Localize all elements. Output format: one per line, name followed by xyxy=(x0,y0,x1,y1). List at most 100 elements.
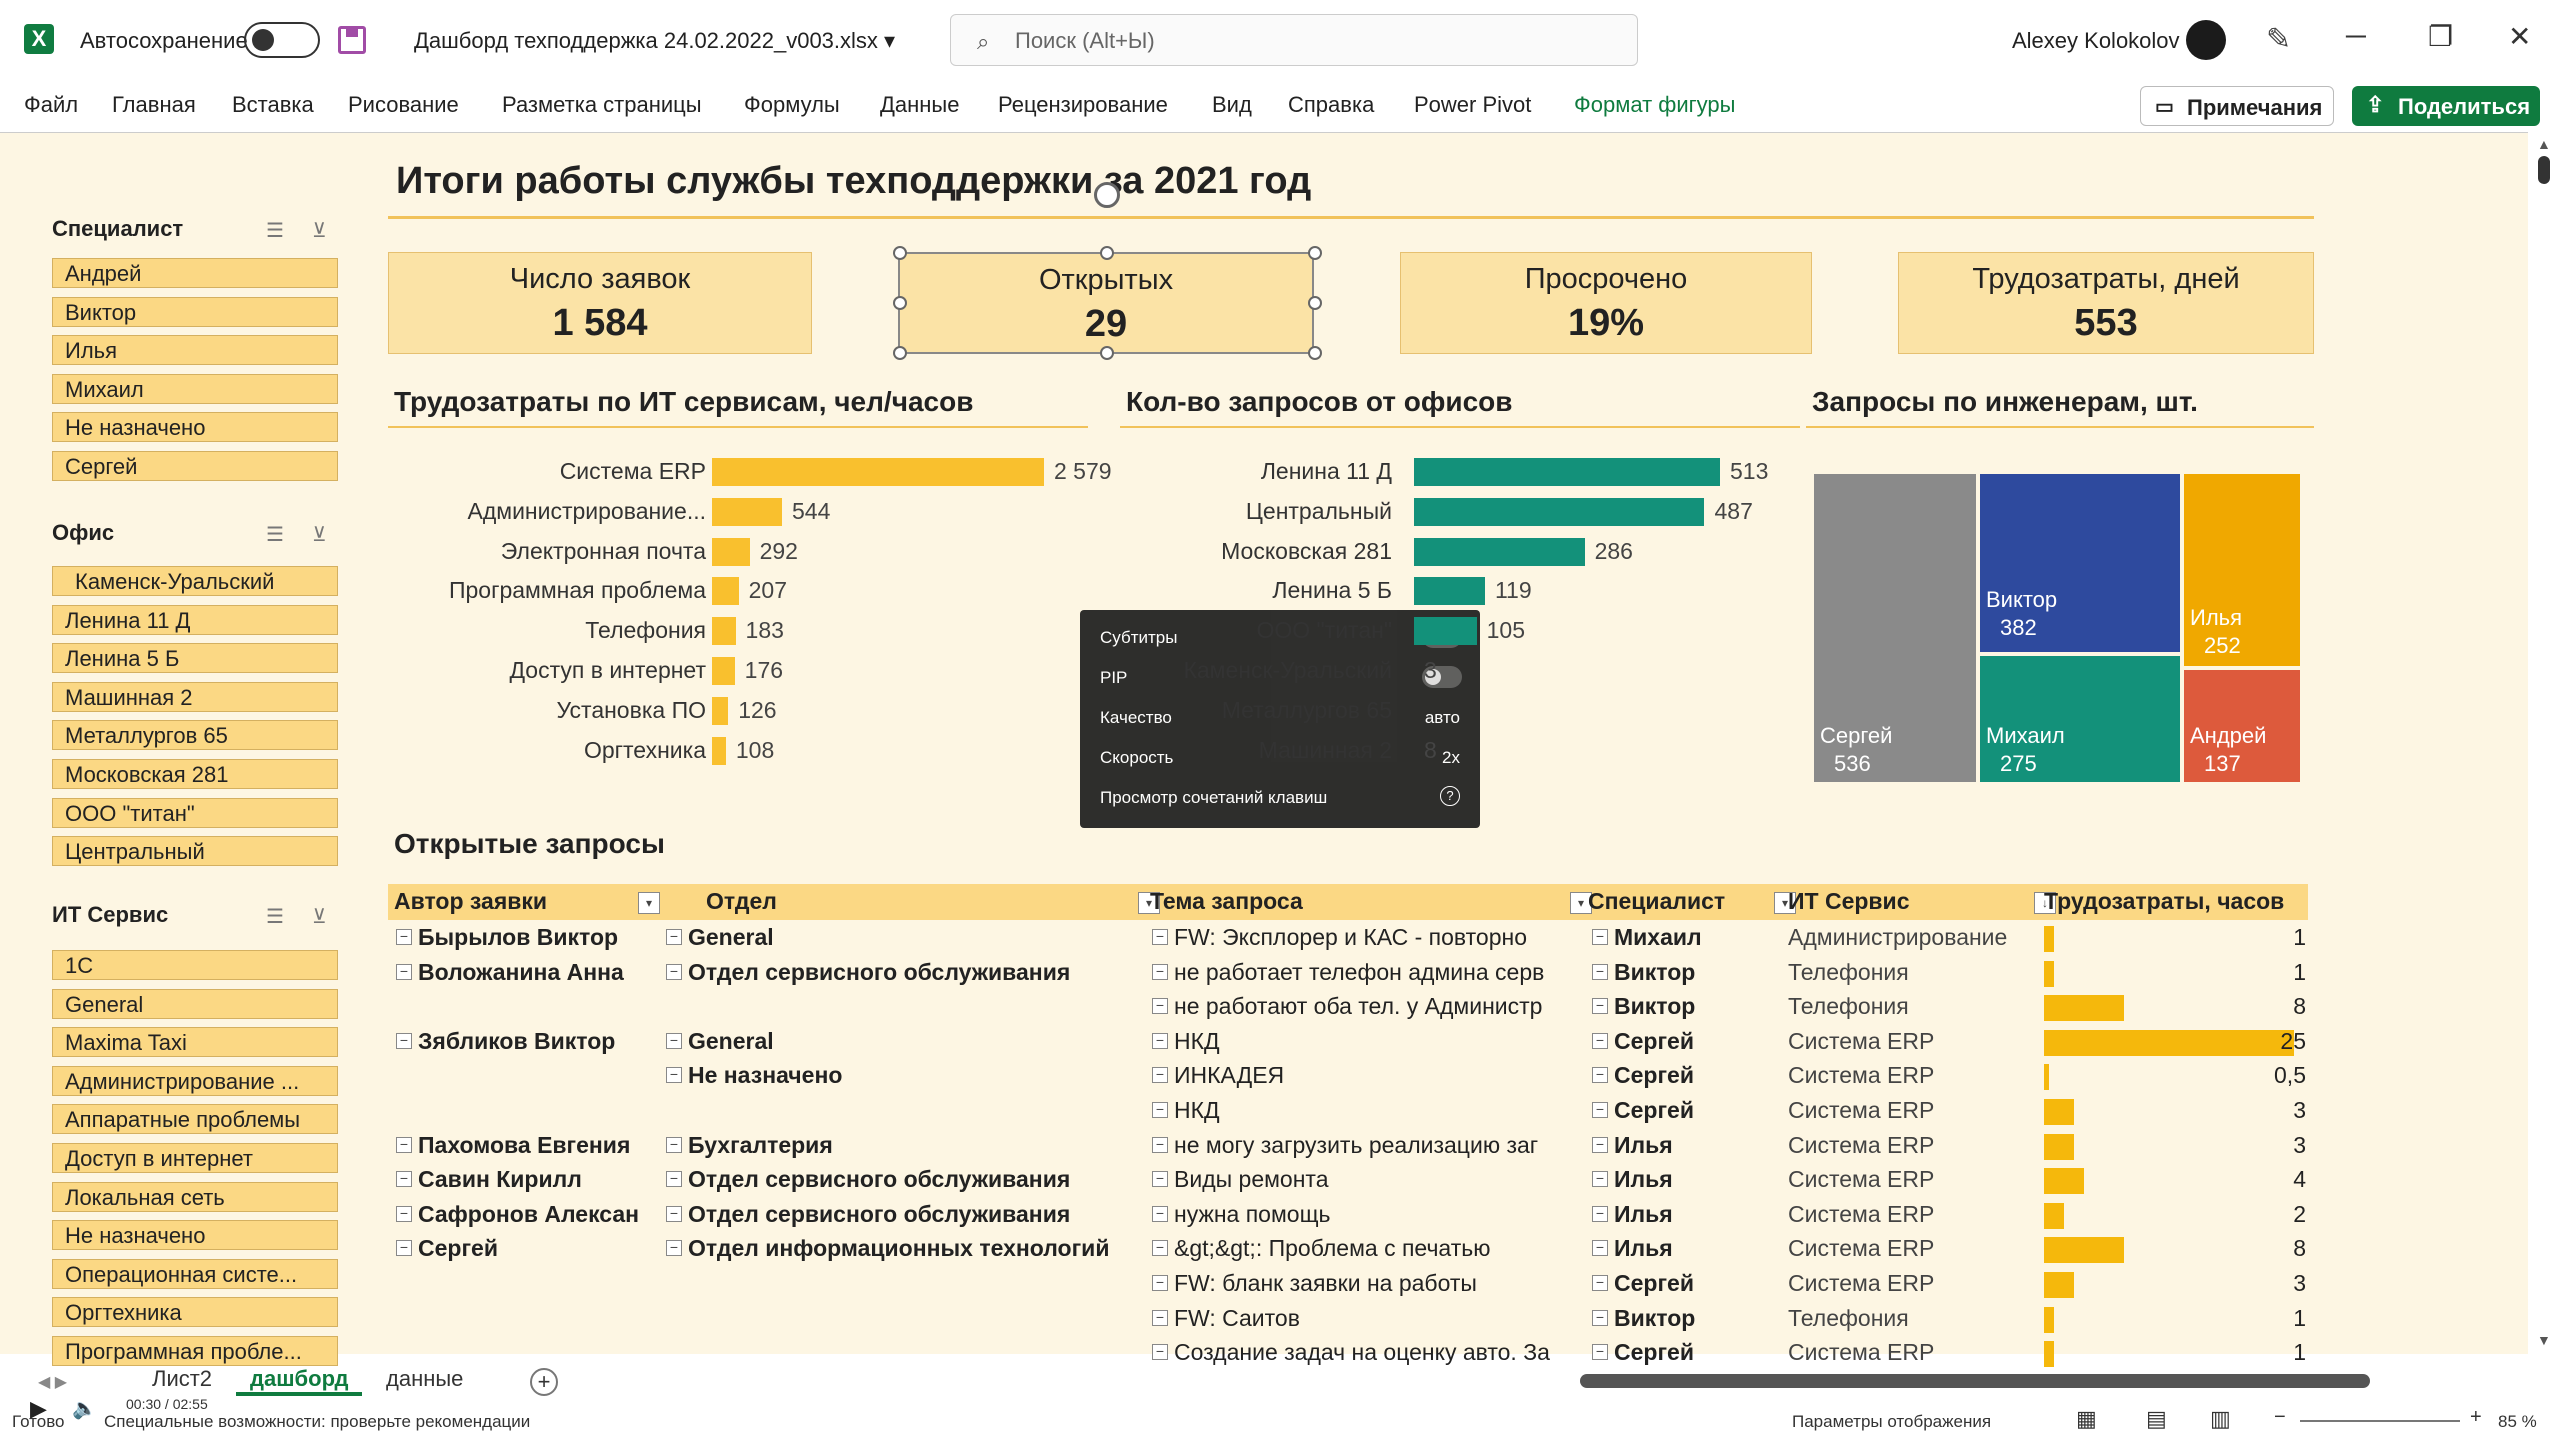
collapse-icon[interactable]: − xyxy=(1592,998,1608,1015)
clear-filter-icon[interactable]: ⊻ xyxy=(312,904,327,929)
resize-handle[interactable] xyxy=(1100,246,1114,260)
tab-2[interactable]: данные xyxy=(386,1366,463,1392)
page-break-icon[interactable]: ▥ xyxy=(2210,1406,2231,1432)
menu-item[interactable]: Файл xyxy=(24,92,78,118)
restore-icon[interactable]: ❐ xyxy=(2428,20,2453,53)
menu-item[interactable]: Разметка страницы xyxy=(502,92,702,118)
collapse-icon[interactable]: − xyxy=(1152,1205,1168,1222)
slicer-item[interactable]: Не назначено xyxy=(52,1220,338,1251)
volume-icon[interactable]: 🔈 xyxy=(72,1396,97,1421)
slicer-item[interactable]: 1С xyxy=(52,950,338,980)
add-sheet-icon[interactable]: + xyxy=(530,1368,558,1396)
menu-item[interactable]: Главная xyxy=(112,92,196,118)
collapse-icon[interactable]: − xyxy=(1592,1344,1608,1361)
collapse-icon[interactable]: − xyxy=(1152,1136,1168,1153)
menu-item[interactable]: Формулы xyxy=(744,92,840,118)
slicer-item[interactable]: Ленина 5 Б xyxy=(52,643,338,674)
page-layout-icon[interactable]: ▤ xyxy=(2146,1406,2167,1432)
collapse-icon[interactable]: − xyxy=(666,1067,682,1084)
collapse-icon[interactable]: − xyxy=(1592,963,1608,980)
menu-item[interactable]: Power Pivot xyxy=(1414,92,1531,118)
slicer-item[interactable]: Центральный xyxy=(52,836,338,867)
collapse-icon[interactable]: − xyxy=(666,1171,682,1188)
resize-handle[interactable] xyxy=(1100,346,1114,360)
slicer-item[interactable]: Ленина 11 Д xyxy=(52,604,338,635)
search-input[interactable]: ⌕ Поиск (Alt+Ы) xyxy=(950,14,1638,66)
collapse-icon[interactable]: − xyxy=(1152,1102,1168,1118)
treemap-cell[interactable]: Илья 252 xyxy=(2184,474,2300,666)
zoom-out-icon[interactable]: − xyxy=(2274,1406,2286,1429)
collapse-icon[interactable]: − xyxy=(1592,1102,1608,1118)
slicer-item[interactable]: General xyxy=(52,988,338,1019)
quality-label[interactable]: Качество xyxy=(1100,708,1172,728)
menu-item[interactable]: Рецензирование xyxy=(998,92,1168,118)
slicer-item[interactable]: Виктор xyxy=(52,296,338,327)
collapse-icon[interactable]: − xyxy=(1152,1171,1168,1188)
slicer-item[interactable]: Илья xyxy=(52,335,338,366)
treemap-cell[interactable]: Сергей 536 xyxy=(1814,474,1976,782)
slicer-item[interactable]: Металлургов 65 xyxy=(52,720,338,751)
rotate-handle-icon[interactable] xyxy=(1094,182,1120,208)
multi-select-icon[interactable]: ☰ xyxy=(266,218,284,243)
collapse-icon[interactable]: − xyxy=(396,963,412,980)
collapse-icon[interactable]: − xyxy=(396,1205,412,1222)
pen-icon[interactable]: ✎ xyxy=(2266,22,2291,57)
scroll-thumb[interactable] xyxy=(2538,156,2550,184)
horizontal-scrollbar[interactable] xyxy=(1580,1374,2370,1388)
treemap-cell[interactable]: Михаил 275 xyxy=(1980,656,2180,782)
kpi-card[interactable]: Просрочено 19% xyxy=(1400,252,1812,354)
resize-handle[interactable] xyxy=(1308,296,1322,310)
slicer-item[interactable]: Каменск-Уральский xyxy=(52,566,338,596)
slicer-item[interactable]: Не назначено xyxy=(52,412,338,443)
save-icon[interactable] xyxy=(338,26,366,54)
collapse-icon[interactable]: − xyxy=(1152,1344,1168,1361)
slicer-item[interactable]: Машинная 2 xyxy=(52,681,338,712)
collapse-icon[interactable]: − xyxy=(1152,963,1168,980)
display-settings[interactable]: Параметры отображения xyxy=(1792,1412,1991,1432)
autosave-toggle[interactable] xyxy=(244,22,320,58)
collapse-icon[interactable]: − xyxy=(396,1240,412,1257)
tab-1[interactable]: дашборд xyxy=(236,1366,363,1396)
kpi-card[interactable]: Трудозатраты, дней 553 xyxy=(1898,252,2314,354)
menu-item[interactable]: Формат фигуры xyxy=(1574,92,1735,118)
slicer-item[interactable]: Операционная систе... xyxy=(52,1258,338,1289)
resize-handle[interactable] xyxy=(893,246,907,260)
slicer-item[interactable]: Локальная сеть xyxy=(52,1181,338,1212)
menu-item[interactable]: Вид xyxy=(1212,92,1252,118)
filter-dropdown-icon[interactable]: ▾ xyxy=(638,892,660,914)
collapse-icon[interactable]: − xyxy=(1592,1136,1608,1153)
menu-item[interactable]: Вставка xyxy=(232,92,314,118)
treemap-cell[interactable]: Виктор 382 xyxy=(1980,474,2180,652)
collapse-icon[interactable]: − xyxy=(1152,1309,1168,1326)
normal-view-icon[interactable]: ▦ xyxy=(2076,1406,2097,1432)
treemap-cell[interactable]: Андрей 137 xyxy=(2184,670,2300,782)
collapse-icon[interactable]: − xyxy=(1592,1275,1608,1291)
vertical-scrollbar[interactable]: ▲ ▼ xyxy=(2530,132,2560,1354)
clear-filter-icon[interactable]: ⊻ xyxy=(312,522,327,547)
collapse-icon[interactable]: − xyxy=(1592,1171,1608,1188)
zoom-slider[interactable] xyxy=(2300,1420,2460,1422)
user-name[interactable]: Alexey Kolokolov xyxy=(2012,28,2180,54)
slicer-item[interactable]: Андрей xyxy=(52,258,338,288)
slicer-item[interactable]: Программная пробле... xyxy=(52,1336,338,1366)
share-button[interactable]: ⇪ Поделиться xyxy=(2352,86,2540,126)
tab-0[interactable]: Лист2 xyxy=(152,1366,212,1392)
shortcuts-label[interactable]: Просмотр сочетаний клавиш xyxy=(1100,788,1327,808)
quality-value[interactable]: авто xyxy=(1425,708,1460,728)
scroll-down-icon[interactable]: ▼ xyxy=(2537,1332,2551,1348)
collapse-icon[interactable]: − xyxy=(1592,1240,1608,1257)
collapse-icon[interactable]: − xyxy=(1152,1275,1168,1291)
resize-handle[interactable] xyxy=(1308,246,1322,260)
multi-select-icon[interactable]: ☰ xyxy=(266,904,284,929)
collapse-icon[interactable]: − xyxy=(1152,1067,1168,1084)
help-icon[interactable]: ? xyxy=(1440,786,1460,806)
slicer-item[interactable]: Администрирование ... xyxy=(52,1065,338,1096)
menu-item[interactable]: Рисование xyxy=(348,92,459,118)
collapse-icon[interactable]: − xyxy=(666,929,682,945)
slicer-item[interactable]: Доступ в интернет xyxy=(52,1143,338,1173)
speed-value[interactable]: 2x xyxy=(1442,748,1460,768)
minimize-icon[interactable]: ─ xyxy=(2346,20,2366,52)
tab-scroll-left-icon[interactable]: ◀ ▶ xyxy=(38,1372,67,1392)
multi-select-icon[interactable]: ☰ xyxy=(266,522,284,547)
kpi-card[interactable]: Открытых 29 xyxy=(898,252,1314,354)
